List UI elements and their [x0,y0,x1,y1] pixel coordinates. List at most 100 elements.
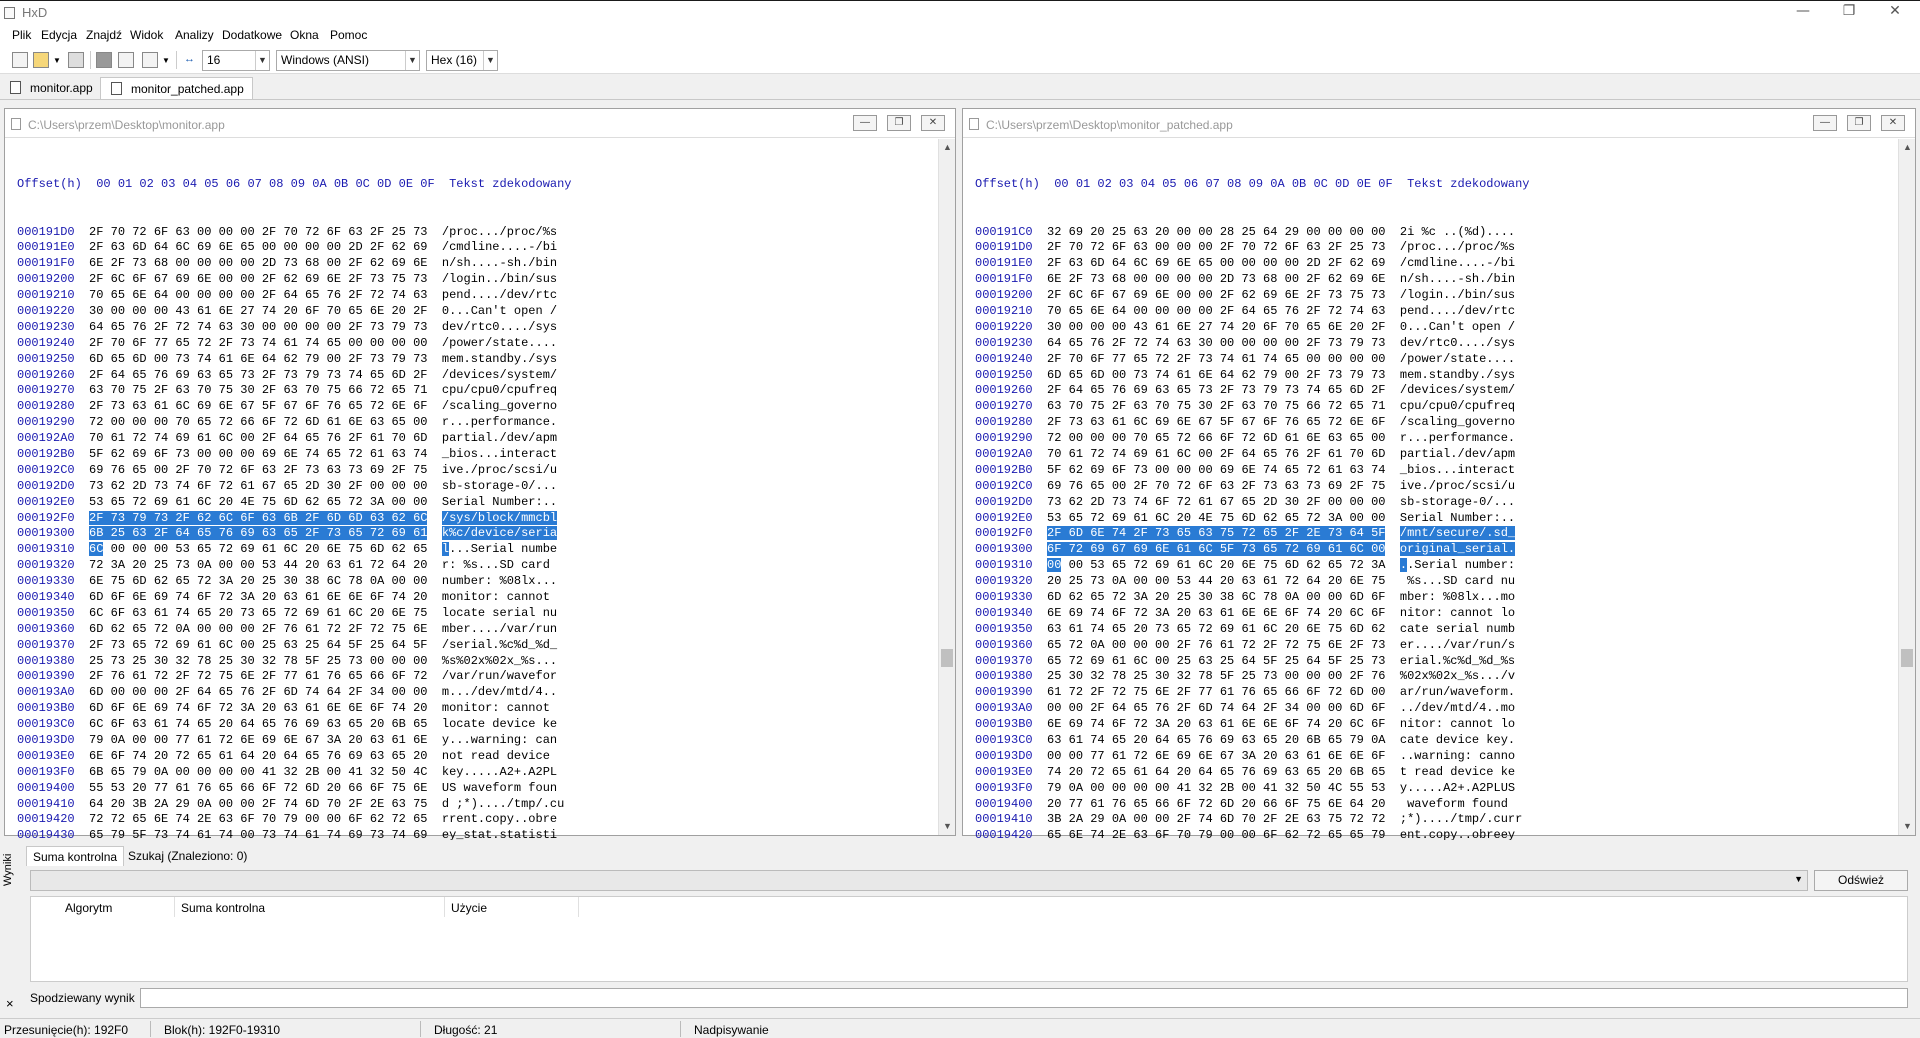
row-text[interactable]: sb-storage-0/... [442,479,557,493]
menu-widok[interactable]: Widok [130,28,163,42]
row-bytes[interactable]: 6D 65 6D 00 73 74 61 6E 64 62 79 00 2F 7… [1047,368,1385,382]
row-bytes[interactable]: 2F 64 65 76 69 63 65 73 2F 73 79 73 74 6… [89,368,427,382]
row-text[interactable]: r...performance. [1400,431,1515,445]
row-bytes[interactable]: 2F 70 6F 77 65 72 2F 73 74 61 74 65 00 0… [89,336,427,350]
hex-row[interactable]: 000193A0 00 00 2F 64 65 76 2F 6D 74 64 2… [975,701,1530,717]
restore-icon[interactable]: ❐ [887,115,911,131]
row-text[interactable]: original_serial. [1399,542,1516,557]
hex-row[interactable]: 000192F0 2F 73 79 73 2F 62 6C 6F 63 6B 2… [17,510,572,527]
row-bytes[interactable]: 73 62 2D 73 74 6F 72 61 67 65 2D 30 2F 0… [89,479,427,493]
row-bytes[interactable]: 70 65 6E 64 00 00 00 00 2F 64 65 76 2F 7… [1047,304,1385,318]
hex-row[interactable]: 000192F0 2F 6D 6E 74 2F 73 65 63 75 72 6… [975,526,1530,542]
row-text[interactable]: Serial Number:.. [1400,511,1515,525]
hex-row[interactable]: 00019230 64 65 76 2F 72 74 63 30 00 00 0… [17,320,572,336]
row-text[interactable]: /login../bin/sus [1400,288,1515,302]
row-bytes[interactable]: 72 72 65 6E 74 2E 63 6F 70 79 00 00 6F 6… [89,812,427,826]
row-bytes[interactable]: 25 73 25 30 32 78 25 30 32 78 5F 25 73 0… [89,654,427,668]
menu-pomoc[interactable]: Pomoc [330,28,367,42]
row-text[interactable]: key.....A2+.A2PL [442,765,557,779]
hex-row[interactable]: 000193E0 6E 6F 74 20 72 65 61 64 20 64 6… [17,749,572,765]
row-bytes[interactable]: 64 65 76 2F 72 74 63 30 00 00 00 00 2F 7… [1047,336,1385,350]
row-text[interactable]: ive./proc/scsi/u [1400,479,1515,493]
row-bytes[interactable]: 72 3A 20 25 73 0A 00 00 53 44 20 63 61 7… [89,558,427,572]
tab-monitor-patched-app[interactable]: monitor_patched.app [100,77,253,99]
row-bytes[interactable]: 6E 2F 73 68 00 00 00 00 2D 73 68 00 2F 6… [89,256,427,270]
hex-row[interactable]: 000193C0 6C 6F 63 61 74 65 20 64 65 76 6… [17,717,572,733]
close-icon[interactable]: ✕ [1881,115,1905,131]
row-text[interactable]: ar/run/waveform. [1400,685,1515,699]
hex-row[interactable]: 00019340 6D 6F 6E 69 74 6F 72 3A 20 63 6… [17,590,572,606]
hex-row[interactable]: 00019420 72 72 65 6E 74 2E 63 6F 70 79 0… [17,812,572,828]
row-text[interactable]: /mnt/secure/.sd_ [1399,526,1516,541]
hex-row[interactable]: 00019210 70 65 6E 64 00 00 00 00 2F 64 6… [17,288,572,304]
col-algorithm[interactable]: Algorytm [59,897,175,917]
hex-row[interactable]: 00019360 6D 62 65 72 0A 00 00 00 2F 76 6… [17,622,572,638]
row-bytes[interactable]: 53 65 72 69 61 6C 20 4E 75 6D 62 65 72 3… [89,495,427,509]
row-bytes[interactable]: 6B 25 63 2F 64 65 76 69 63 65 2F 73 65 7… [89,526,428,541]
scroll-thumb[interactable] [941,649,953,667]
hex-row[interactable]: 000191E0 2F 63 6D 64 6C 69 6E 65 00 00 0… [17,240,572,256]
row-bytes[interactable]: 5F 62 69 6F 73 00 00 00 69 6E 74 65 72 6… [1047,463,1385,477]
row-text[interactable]: y...warning: can [442,733,557,747]
row-text[interactable]: nitor: cannot lo [1400,717,1515,731]
right-vertical-scrollbar[interactable]: ▲ ▼ [1898,139,1915,835]
row-bytes[interactable]: 63 70 75 2F 63 70 75 30 2F 63 70 75 66 7… [1047,399,1385,413]
row-bytes[interactable]: 2F 63 6D 64 6C 69 6E 65 00 00 00 00 2D 2… [89,240,427,254]
row-text[interactable]: m.../dev/mtd/4.. [442,685,557,699]
print-icon[interactable] [142,52,158,68]
row-bytes[interactable]: 30 00 00 00 43 61 6E 27 74 20 6F 70 65 6… [1047,320,1385,334]
row-bytes[interactable]: 6D 6F 6E 69 74 6F 72 3A 20 63 61 6E 6E 6… [89,590,427,604]
row-text[interactable]: /power/state.... [442,336,557,350]
hex-row[interactable]: 00019400 55 53 20 77 61 76 65 66 6F 72 6… [17,781,572,797]
chevron-down-icon[interactable]: ▼ [1794,874,1803,884]
row-text[interactable]: nitor: cannot lo [1400,606,1515,620]
hex-row[interactable]: 00019330 6E 75 6D 62 65 72 3A 20 25 30 3… [17,574,572,590]
hex-row[interactable]: 00019350 6C 6F 63 61 74 65 20 73 65 72 6… [17,606,572,622]
tab-monitor-app[interactable]: monitor.app [0,77,101,99]
hex-row[interactable]: 000191E0 2F 63 6D 64 6C 69 6E 65 00 00 0… [975,256,1530,272]
col-usage[interactable]: Użycie [445,897,579,917]
row-bytes[interactable]: 00 00 2F 64 65 76 2F 6D 74 64 2F 34 00 0… [1047,701,1385,715]
row-bytes[interactable]: 63 61 74 65 20 73 65 72 69 61 6C 20 6E 7… [1047,622,1385,636]
hex-row[interactable]: 00019370 65 72 69 61 6C 00 25 63 25 64 5… [975,654,1530,670]
hex-row[interactable]: 00019280 2F 73 63 61 6C 69 6E 67 5F 67 6… [975,415,1530,431]
row-text[interactable]: US waveform foun [442,781,557,795]
bytes-per-row-select[interactable]: 16 ▼ [202,50,270,71]
hex-row[interactable]: 000193A0 6D 00 00 00 2F 64 65 76 2F 6D 7… [17,685,572,701]
hex-row[interactable]: 00019220 30 00 00 00 43 61 6E 27 74 20 6… [975,320,1530,336]
hex-row[interactable]: 00019250 6D 65 6D 00 73 74 61 6E 64 62 7… [17,352,572,368]
row-bytes[interactable]: 2F 6D 6E 74 2F 73 65 63 75 72 65 2F 2E 7… [1047,526,1386,541]
hex-row[interactable]: 000192D0 73 62 2D 73 74 6F 72 61 67 65 2… [17,479,572,495]
row-bytes[interactable]: 63 70 75 2F 63 70 75 30 2F 63 70 75 66 7… [89,383,427,397]
row-text[interactable]: cate serial numb [1400,622,1515,636]
row-text[interactable]: /login../bin/sus [442,272,557,286]
hex-row[interactable]: 00019310 6C 00 00 00 53 65 72 69 61 6C 2… [17,542,572,558]
hex-row[interactable]: 00019230 64 65 76 2F 72 74 63 30 00 00 0… [975,336,1530,352]
col-checksum[interactable]: Suma kontrolna [175,897,445,917]
row-bytes[interactable]: 69 76 65 00 2F 70 72 6F 63 2F 73 63 73 6… [89,463,427,477]
row-bytes[interactable]: 20 77 61 76 65 66 6F 72 6D 20 66 6F 75 6… [1047,797,1385,811]
row-text[interactable]: cpu/cpu0/cpufreq [1400,399,1515,413]
restore-icon[interactable]: ❐ [1847,115,1871,131]
hex-row[interactable]: 000192E0 53 65 72 69 61 6C 20 4E 75 6D 6… [975,511,1530,527]
row-bytes[interactable]: 70 61 72 74 69 61 6C 00 2F 64 65 76 2F 6… [1047,447,1385,461]
row-bytes[interactable]: 6D 62 65 72 3A 20 25 30 38 6C 78 0A 00 0… [1047,590,1385,604]
row-text[interactable]: %s...SD card nu [1400,574,1515,588]
hex-row[interactable]: 000193B0 6E 69 74 6F 72 3A 20 63 61 6E 6… [975,717,1530,733]
minimize-icon[interactable]: — [853,115,877,131]
row-text[interactable]: er..../var/run/s [1400,638,1515,652]
hex-row[interactable]: 00019350 63 61 74 65 20 73 65 72 69 61 6… [975,622,1530,638]
row-bytes[interactable]: 63 61 74 65 20 64 65 76 69 63 65 20 6B 6… [1047,733,1385,747]
row-bytes[interactable]: 69 76 65 00 2F 70 72 6F 63 2F 73 63 73 6… [1047,479,1385,493]
hex-row[interactable]: 000193D0 00 00 77 61 72 6E 69 6E 67 3A 2… [975,749,1530,765]
row-bytes[interactable]: 6B 65 79 0A 00 00 00 00 41 32 2B 00 41 3… [89,765,427,779]
row-text[interactable]: monitor: cannot [442,701,557,715]
row-bytes[interactable]: 25 30 32 78 25 30 32 78 5F 25 73 00 00 0… [1047,669,1385,683]
refresh-button[interactable]: Odśwież [1814,870,1908,891]
close-icon[interactable]: ✕ [921,115,945,131]
row-bytes[interactable]: 65 72 0A 00 00 00 2F 76 61 72 2F 72 75 6… [1047,638,1385,652]
expected-result-input[interactable] [140,988,1908,1008]
results-close-icon[interactable]: × [6,996,14,1011]
row-bytes[interactable]: 6C 6F 63 61 74 65 20 73 65 72 69 61 6C 2… [89,606,427,620]
row-bytes[interactable]: 2F 63 6D 64 6C 69 6E 65 00 00 00 00 2D 2… [1047,256,1385,270]
